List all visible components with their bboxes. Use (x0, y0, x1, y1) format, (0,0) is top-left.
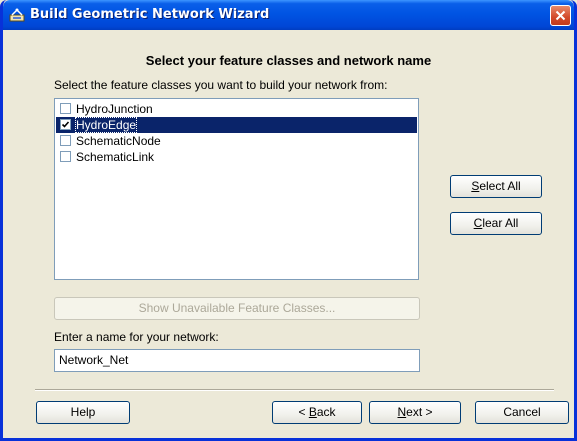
title-bar[interactable]: Build Geometric Network Wizard (3, 0, 574, 30)
list-item-label: HydroEdge (75, 117, 138, 133)
list-item-schematiclink[interactable]: SchematicLink (56, 149, 417, 165)
list-item-label: SchematicNode (76, 134, 161, 148)
checkbox-hydrojunction[interactable] (60, 103, 71, 114)
clear-all-button[interactable]: Clear All (450, 212, 542, 235)
list-item-schematicnode[interactable]: SchematicNode (56, 133, 417, 149)
next-label: ext > (406, 405, 433, 419)
network-name-input[interactable]: Network_Net (54, 349, 420, 372)
page-heading: Select your feature classes and network … (145, 53, 432, 68)
checkbox-schematiclink[interactable] (60, 151, 71, 162)
list-item-hydroedge[interactable]: HydroEdge (56, 117, 417, 133)
checkbox-schematicnode[interactable] (60, 135, 71, 146)
clear-all-hotkey: C (473, 216, 483, 230)
list-item-hydrojunction[interactable]: HydroJunction (56, 101, 417, 117)
show-unavailable-button[interactable]: Show Unavailable Feature Classes... (54, 297, 420, 320)
back-hotkey: B (308, 405, 317, 419)
help-button[interactable]: Help (36, 401, 130, 424)
select-all-label: elect All (479, 179, 521, 193)
footer-divider (35, 389, 554, 391)
list-item-label: SchematicLink (76, 150, 155, 164)
next-button[interactable]: Next > (369, 401, 461, 424)
network-name-label: Enter a name for your network: (54, 330, 219, 344)
feature-class-list[interactable]: HydroJunction HydroEdge SchematicNode Sc… (54, 98, 419, 280)
back-arrow-text: < (298, 405, 309, 419)
back-label: ack (316, 405, 336, 419)
instructions-label: Select the feature classes you want to b… (54, 78, 388, 92)
clear-all-label: lear All (482, 216, 519, 230)
close-button[interactable] (550, 5, 571, 26)
cancel-button[interactable]: Cancel (475, 401, 569, 424)
checkmark-icon (61, 121, 70, 128)
select-all-button[interactable]: Select All (450, 175, 542, 198)
list-item-label: HydroJunction (76, 102, 153, 116)
back-button[interactable]: < Back (272, 401, 362, 424)
window-title: Build Geometric Network Wizard (30, 7, 270, 22)
wizard-window: Build Geometric Network Wizard Select yo… (0, 0, 577, 441)
next-hotkey: N (397, 405, 407, 419)
close-icon (555, 10, 566, 21)
network-app-icon (9, 8, 25, 22)
checkbox-hydroedge[interactable] (60, 119, 71, 130)
